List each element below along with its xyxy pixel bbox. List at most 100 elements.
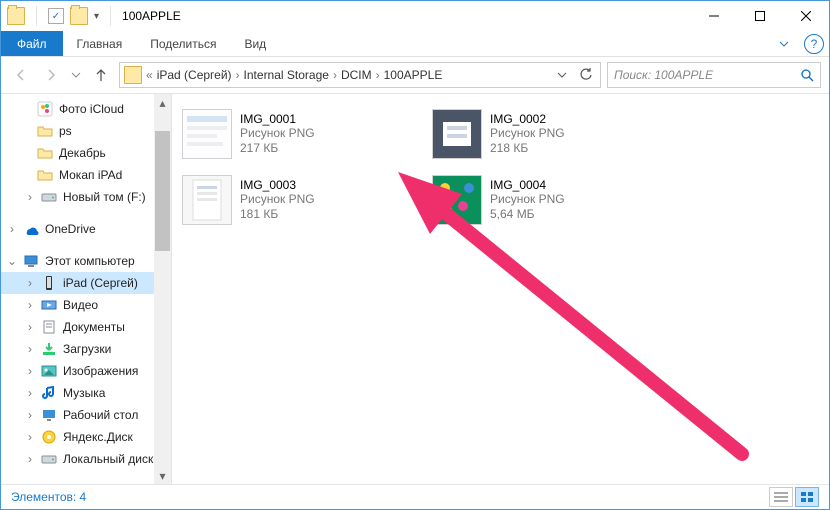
refresh-button[interactable] (576, 65, 596, 85)
search-input[interactable]: Поиск: 100APPLE (607, 62, 821, 88)
navpane-item-label: Новый том (F:) (63, 190, 146, 204)
expand-icon[interactable]: › (25, 322, 35, 332)
qat-check-icon[interactable]: ✓ (48, 8, 64, 24)
address-root-prefix: « (146, 68, 153, 82)
navpane-item[interactable]: › Локальный диск ( (1, 448, 171, 470)
view-details-button[interactable] (769, 487, 793, 507)
view-tiles-button[interactable] (795, 487, 819, 507)
file-type: Рисунок PNG (240, 126, 315, 141)
navpane-item[interactable]: ⌄Этот компьютер (1, 250, 171, 272)
navpane-item[interactable]: ›Документы (1, 316, 171, 338)
expand-icon[interactable]: ⌄ (7, 256, 17, 266)
navpane-item-label: ps (59, 124, 72, 138)
file-list: IMG_0001 Рисунок PNG 217 КБ IMG_0002 Рис… (172, 94, 829, 484)
file-size: 218 КБ (490, 141, 565, 156)
thispc-icon (23, 253, 39, 269)
nav-recent-button[interactable] (69, 63, 83, 87)
navpane-item[interactable]: › Новый том (F:) (1, 186, 171, 208)
navpane-item-label: Видео (63, 298, 98, 312)
scroll-up-icon[interactable]: ▴ (154, 94, 171, 111)
breadcrumb[interactable]: 100APPLE (384, 68, 443, 82)
file-thumbnail (432, 175, 482, 225)
file-thumbnail (432, 109, 482, 159)
onedrive-icon (23, 221, 39, 237)
video-icon (41, 297, 57, 313)
navpane-item-label: Декабрь (59, 146, 106, 160)
navpane-item-label: Рабочий стол (63, 408, 138, 422)
navpane-item[interactable]: Декабрь (1, 142, 171, 164)
scroll-down-icon[interactable]: ▾ (154, 467, 171, 484)
ipad-icon (41, 275, 57, 291)
expand-icon[interactable]: › (25, 344, 35, 354)
ribbon-tab-view[interactable]: Вид (230, 31, 280, 56)
navpane-item[interactable]: › Видео (1, 294, 171, 316)
file-size: 5,64 МБ (490, 207, 565, 222)
file-name: IMG_0003 (240, 178, 315, 192)
navpane-item-label: Музыка (63, 386, 105, 400)
navpane-item[interactable]: › Рабочий стол (1, 404, 171, 426)
ribbon-tab-file[interactable]: Файл (1, 31, 63, 56)
file-item[interactable]: IMG_0001 Рисунок PNG 217 КБ (182, 106, 426, 162)
scroll-thumb[interactable] (155, 131, 170, 251)
navpane-item[interactable]: ›Изображения (1, 360, 171, 382)
navpane-item-label: Яндекс.Диск (63, 430, 133, 444)
navpane-item-label: OneDrive (45, 222, 96, 236)
navpane-item[interactable]: Фото iCloud (1, 98, 171, 120)
expand-icon[interactable]: › (25, 410, 35, 420)
navpane-item[interactable]: ›Загрузки (1, 338, 171, 360)
navpane-item-label: iPad (Сергей) (63, 276, 138, 290)
downloads-icon (41, 341, 57, 357)
file-item[interactable]: IMG_0002 Рисунок PNG 218 КБ (432, 106, 676, 162)
navpane-item[interactable]: › iPad (Сергей) (1, 272, 171, 294)
search-placeholder: Поиск: 100APPLE (614, 68, 713, 82)
address-folder-icon (124, 66, 142, 84)
folder-icon (37, 123, 53, 139)
nav-back-button[interactable] (9, 63, 33, 87)
qat-folder-icon[interactable] (70, 7, 88, 25)
navpane-item[interactable]: › OneDrive (1, 218, 171, 240)
desktop-icon (41, 407, 57, 423)
expand-icon[interactable]: › (25, 454, 35, 464)
navpane-item[interactable]: › Музыка (1, 382, 171, 404)
expand-icon[interactable]: › (7, 224, 17, 234)
navpane-item[interactable]: ps (1, 120, 171, 142)
file-thumbnail (182, 175, 232, 225)
breadcrumb[interactable]: Internal Storage› (244, 68, 337, 82)
close-button[interactable] (783, 1, 829, 31)
expand-icon[interactable]: › (25, 432, 35, 442)
address-bar[interactable]: « iPad (Сергей)› Internal Storage› DCIM›… (119, 62, 601, 88)
expand-icon[interactable]: › (25, 366, 35, 376)
navpane-item[interactable]: Мокап iPAd (1, 164, 171, 186)
icloud-icon (37, 101, 53, 117)
breadcrumb[interactable]: DCIM› (341, 68, 380, 82)
file-item[interactable]: IMG_0004 Рисунок PNG 5,64 МБ (432, 172, 676, 228)
expand-icon[interactable]: › (25, 388, 35, 398)
navpane-item[interactable]: › Яндекс.Диск (1, 426, 171, 448)
maximize-button[interactable] (737, 1, 783, 31)
window-title: 100APPLE (122, 9, 181, 23)
address-history-button[interactable] (552, 65, 572, 85)
drive-icon (41, 189, 57, 205)
expand-icon[interactable]: › (25, 300, 35, 310)
ribbon-tab-share[interactable]: Поделиться (136, 31, 230, 56)
search-icon (800, 68, 814, 82)
ribbon-tab-home[interactable]: Главная (63, 31, 137, 56)
expand-icon[interactable]: › (25, 192, 35, 202)
minimize-button[interactable] (691, 1, 737, 31)
navpane-item-label: Локальный диск ( (63, 452, 161, 466)
file-type: Рисунок PNG (490, 126, 565, 141)
nav-up-button[interactable] (89, 63, 113, 87)
ribbon-collapse-button[interactable] (769, 31, 799, 56)
help-button[interactable]: ? (799, 31, 829, 56)
navpane-scrollbar[interactable]: ▴ ▾ (154, 94, 171, 484)
file-thumbnail (182, 109, 232, 159)
nav-forward-button[interactable] (39, 63, 63, 87)
drive-c-icon (41, 451, 57, 467)
expand-icon[interactable]: › (25, 278, 35, 288)
docs-icon (41, 319, 57, 335)
file-name: IMG_0002 (490, 112, 565, 126)
file-item[interactable]: IMG_0003 Рисунок PNG 181 КБ (182, 172, 426, 228)
file-name: IMG_0004 (490, 178, 565, 192)
qat-dropdown-icon[interactable]: ▾ (94, 11, 99, 22)
breadcrumb[interactable]: iPad (Сергей)› (157, 68, 240, 82)
